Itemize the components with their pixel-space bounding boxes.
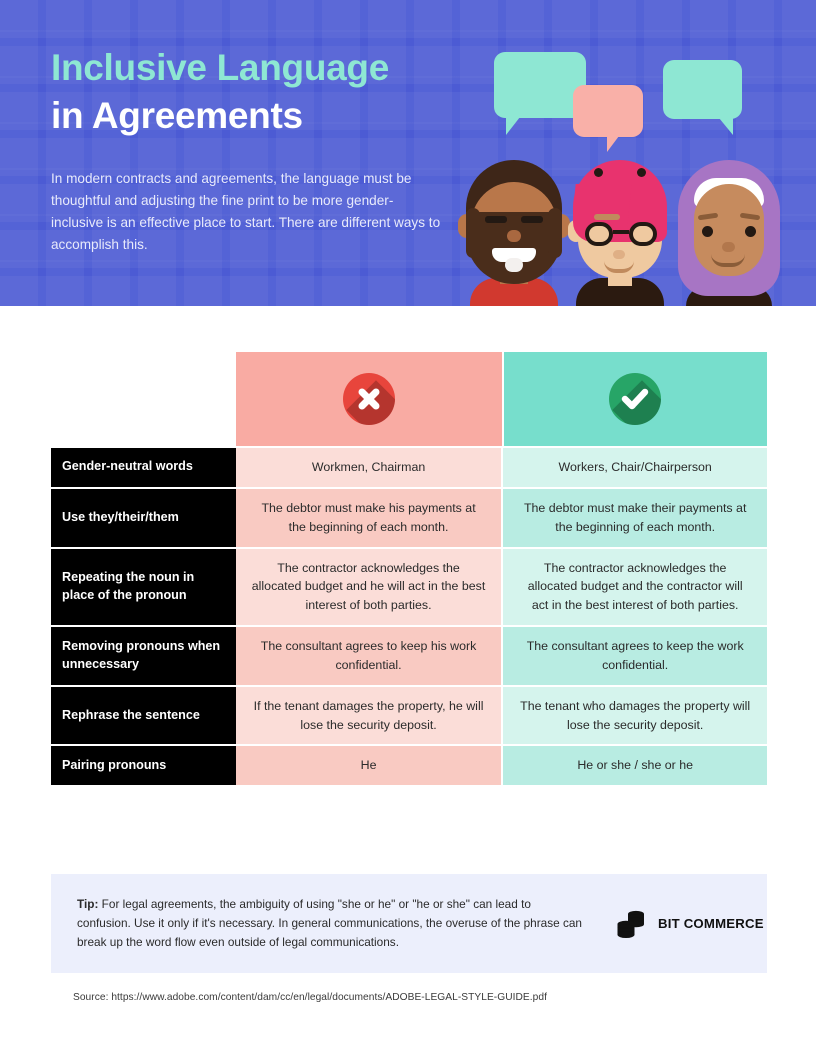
table-header-correct — [503, 352, 767, 446]
brand-name: BIT COMMERCE — [658, 916, 764, 931]
bearded-man-avatar — [458, 160, 570, 306]
speech-bubble-pink-center-icon — [573, 85, 643, 152]
row-correct-text: The contractor acknowledges the allocate… — [503, 548, 767, 626]
person-with-glasses-avatar — [566, 160, 674, 306]
page-subtitle: In modern contracts and agreements, the … — [51, 171, 441, 253]
row-correct-text: He or she / she or he — [503, 746, 767, 786]
tip-body: For legal agreements, the ambiguity of u… — [77, 896, 582, 950]
row-label: Gender-neutral words — [51, 448, 236, 487]
row-label: Removing pronouns when unnecessary — [51, 627, 236, 685]
tip-box: Tip: For legal agreements, the ambiguity… — [51, 874, 767, 973]
row-label: Repeating the noun in place of the prono… — [51, 548, 236, 626]
table-row: Gender-neutral words Workmen, Chairman W… — [51, 448, 767, 487]
page-title-line1: Inclusive Language — [51, 47, 389, 88]
page-title: Inclusive Language in Agreements — [51, 44, 481, 140]
page-title-line2: in Agreements — [51, 95, 303, 137]
table-row: Pairing pronouns He He or she / she or h… — [51, 746, 767, 786]
comparison-table: Gender-neutral words Workmen, Chairman W… — [51, 352, 767, 786]
table-row: Use they/their/them The debtor must make… — [51, 488, 767, 547]
row-incorrect-text: The consultant agrees to keep his work c… — [235, 627, 502, 685]
row-incorrect-text: He — [235, 746, 502, 786]
tip-prefix: Tip: — [77, 896, 99, 911]
check-circle-icon — [609, 373, 662, 425]
avatar-group — [440, 160, 816, 306]
tip-text: Tip: For legal agreements, the ambiguity… — [77, 895, 587, 952]
brand-logo: BIT COMMERCE — [615, 907, 764, 941]
woman-with-hijab-avatar — [672, 160, 786, 306]
row-correct-text: The debtor must make their payments at t… — [503, 488, 767, 547]
row-label: Use they/their/them — [51, 488, 236, 547]
source-line: Source: https://www.adobe.com/content/da… — [73, 992, 547, 1003]
speech-bubble-teal-right-icon — [663, 60, 742, 135]
row-incorrect-text: The contractor acknowledges the allocate… — [235, 548, 502, 626]
cross-circle-icon — [342, 373, 395, 425]
stacked-coins-icon — [615, 907, 649, 941]
row-incorrect-text: The debtor must make his payments at the… — [235, 488, 502, 547]
table-row: Rephrase the sentence If the tenant dama… — [51, 686, 767, 745]
row-label: Pairing pronouns — [51, 746, 236, 786]
table-header-row — [236, 352, 767, 446]
table-row: Removing pronouns when unnecessary The c… — [51, 627, 767, 685]
table-row: Repeating the noun in place of the prono… — [51, 548, 767, 626]
infographic-page: Inclusive Language in Agreements In mode… — [0, 0, 816, 1056]
header-banner: Inclusive Language in Agreements In mode… — [0, 0, 816, 306]
row-label: Rephrase the sentence — [51, 686, 236, 745]
row-correct-text: The tenant who damages the property will… — [503, 686, 767, 745]
table-header-incorrect — [236, 352, 502, 446]
row-correct-text: The consultant agrees to keep the work c… — [503, 627, 767, 685]
row-incorrect-text: If the tenant damages the property, he w… — [235, 686, 502, 745]
row-incorrect-text: Workmen, Chairman — [235, 448, 502, 487]
row-correct-text: Workers, Chair/Chairperson — [503, 448, 767, 487]
